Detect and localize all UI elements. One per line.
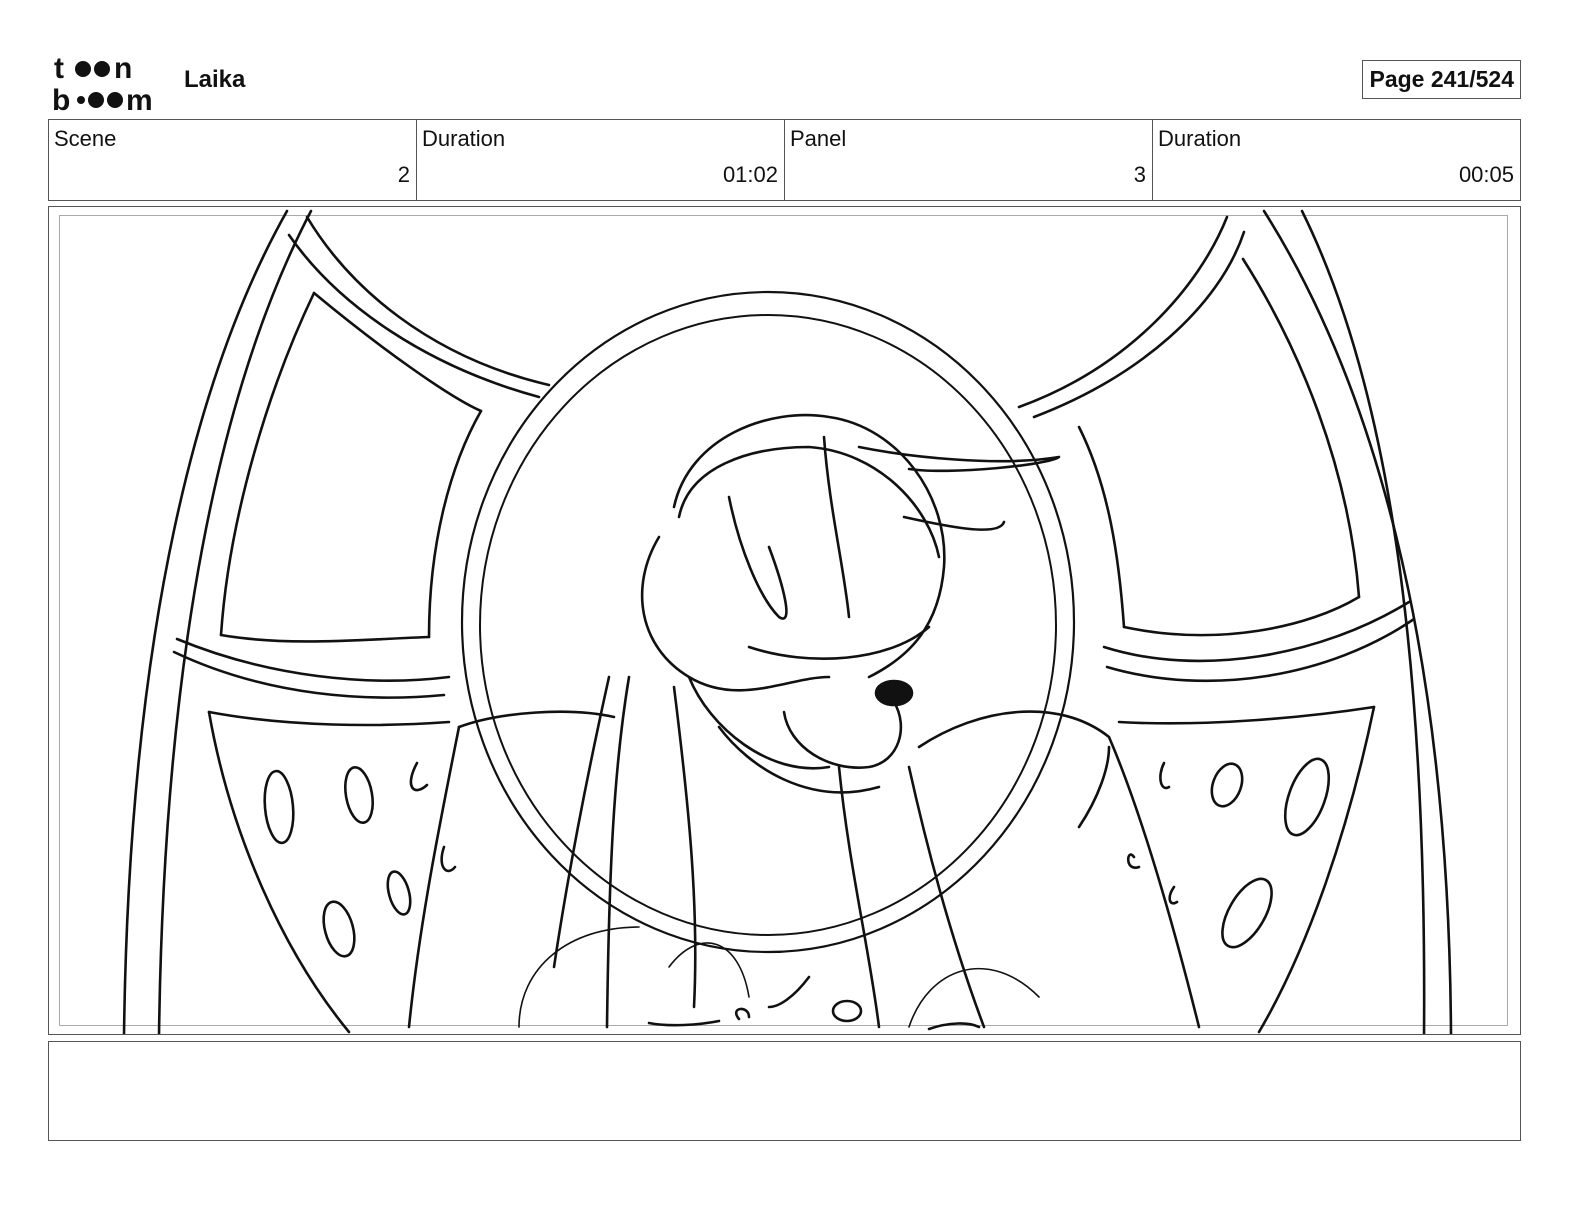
project-name: Laika — [184, 66, 246, 93]
svg-text:b: b — [52, 84, 70, 112]
panel-duration-value: 00:05 — [1458, 162, 1514, 187]
panel-cell: Panel 3 — [785, 120, 1153, 200]
svg-text:t: t — [54, 52, 64, 85]
panel-label: Panel — [790, 126, 847, 151]
panel-sketch — [122, 209, 1453, 1034]
scene-info-table: Scene 2 Duration 01:02 Panel 3 Duration … — [48, 119, 1521, 201]
page-header: t n b m Laika Page 241/524 — [48, 48, 1521, 114]
scene-duration-value: 01:02 — [722, 162, 778, 187]
panel-value: 3 — [1133, 162, 1146, 187]
svg-text:m: m — [126, 84, 153, 112]
toonboom-logo: t n b m — [52, 52, 153, 112]
panel-notes — [48, 1041, 1521, 1141]
scene-label: Scene — [54, 126, 117, 151]
svg-text:n: n — [114, 52, 132, 85]
scene-cell: Scene 2 — [49, 120, 417, 200]
scene-duration-label: Duration — [422, 126, 506, 151]
storyboard-panel — [48, 206, 1521, 1035]
scene-value: 2 — [397, 162, 410, 187]
page-number: Page 241/524 — [1362, 60, 1521, 99]
scene-duration-cell: Duration 01:02 — [417, 120, 785, 200]
panel-duration-label: Duration — [1158, 126, 1242, 151]
panel-duration-cell: Duration 00:05 — [1153, 120, 1520, 200]
